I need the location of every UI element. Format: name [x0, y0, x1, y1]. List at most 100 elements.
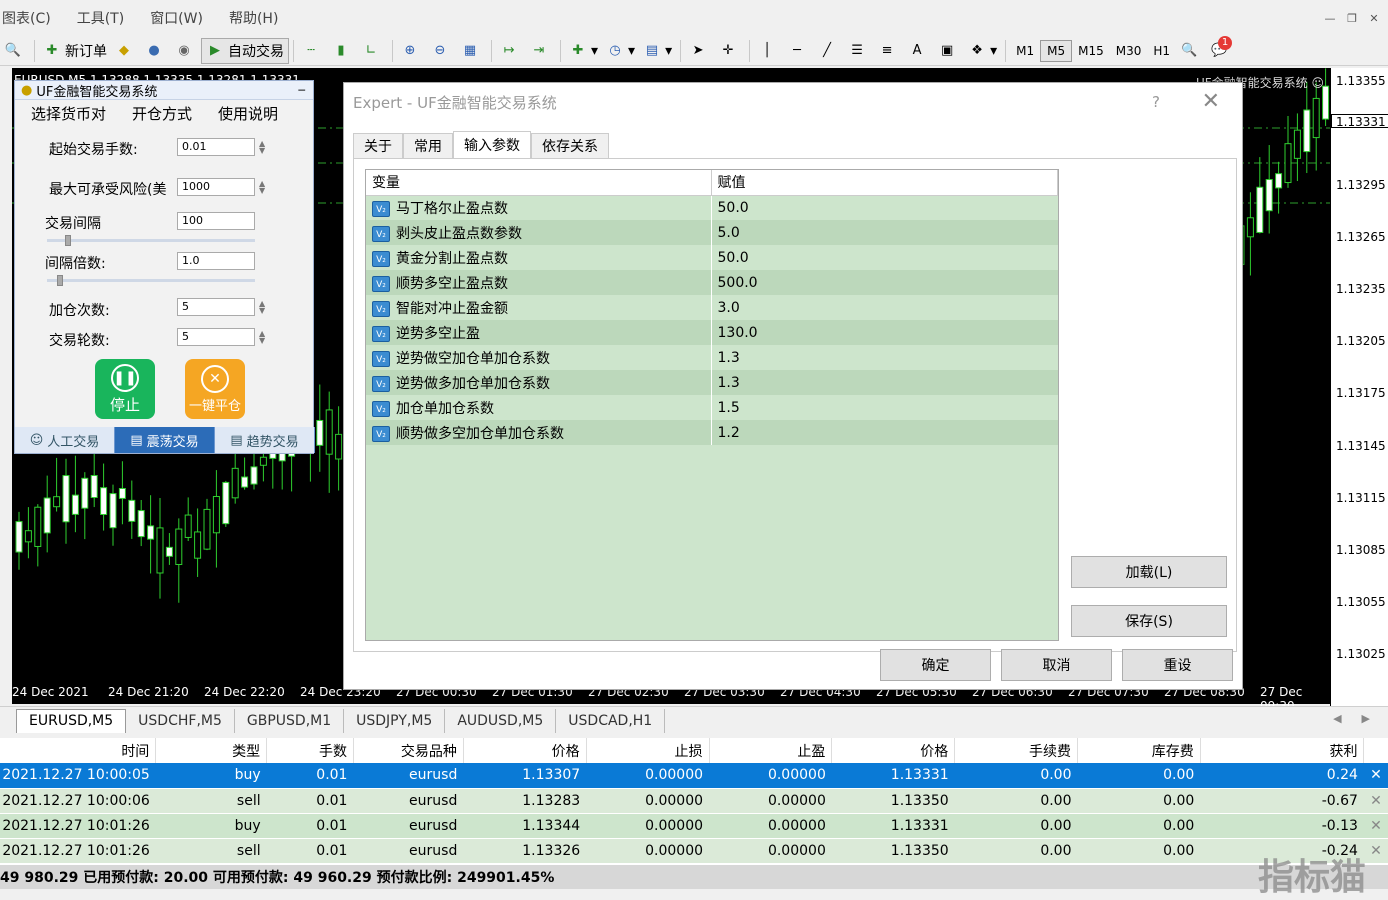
- tab-usdjpy[interactable]: USDJPY,M5: [344, 708, 446, 733]
- close-position-icon[interactable]: ✕: [1363, 763, 1388, 789]
- timeframe-h1[interactable]: H1: [1147, 40, 1176, 62]
- tab-inputs[interactable]: 输入参数: [453, 131, 531, 158]
- table-row[interactable]: 2021.12.27 10:00:06 sell 0.01 eurusd 1.13283…: [0, 788, 1388, 814]
- param-value[interactable]: 3.0: [710, 295, 1058, 320]
- col-type[interactable]: 类型: [155, 738, 268, 763]
- param-value[interactable]: 5.0: [710, 220, 1058, 245]
- param-value[interactable]: 1.5: [710, 395, 1058, 420]
- vline-button[interactable]: │: [754, 38, 784, 64]
- max-risk-input[interactable]: 1000: [177, 178, 255, 196]
- tab-about[interactable]: 关于: [353, 133, 403, 158]
- add-times-input[interactable]: 5: [177, 298, 255, 316]
- bar-chart-button[interactable]: ┄: [298, 38, 328, 64]
- ea-panel-titlebar[interactable]: ● UF金融智能交易系统 ─: [15, 81, 313, 100]
- tab-common[interactable]: 常用: [403, 133, 453, 158]
- restore-icon[interactable]: ❐: [1344, 10, 1360, 26]
- col-profit[interactable]: 获利: [1200, 738, 1365, 763]
- max-risk-spinner[interactable]: ▲ ▼: [259, 180, 265, 195]
- col-commission[interactable]: 手续费: [954, 738, 1078, 763]
- param-row[interactable]: V₂ 加仓单加仓系数 1.5: [366, 395, 1058, 420]
- start-lots-input[interactable]: 0.01: [177, 138, 255, 156]
- close-position-icon[interactable]: ✕: [1363, 838, 1388, 864]
- crosshair-button[interactable]: ✛: [715, 38, 745, 64]
- timeframe-m15[interactable]: M15: [1072, 40, 1110, 62]
- trade-interval-input[interactable]: 100: [177, 212, 255, 230]
- slider-handle[interactable]: [65, 235, 71, 246]
- close-icon[interactable]: ✕: [1202, 89, 1220, 114]
- col-swap[interactable]: 库存费: [1077, 738, 1201, 763]
- chevron-right-icon[interactable]: ▶: [1362, 712, 1370, 725]
- col-time[interactable]: 时间: [0, 738, 157, 763]
- menu-window[interactable]: 窗口(W): [148, 8, 203, 28]
- param-value[interactable]: 1.3: [710, 345, 1058, 370]
- trade-rounds-input[interactable]: 5: [177, 328, 255, 346]
- minimize-icon[interactable]: —: [1322, 10, 1338, 26]
- label-button[interactable]: ▣: [934, 38, 964, 64]
- close-position-icon[interactable]: ✕: [1363, 813, 1388, 839]
- print-preview-button[interactable]: 🔍: [0, 38, 30, 64]
- timeframe-m30[interactable]: M30: [1110, 40, 1148, 62]
- col-lots[interactable]: 手数: [266, 738, 354, 763]
- col-sl[interactable]: 止损: [586, 738, 710, 763]
- close-all-button[interactable]: ✕ 一键平仓: [185, 359, 245, 419]
- param-value[interactable]: 1.2: [710, 420, 1058, 445]
- fibo-button[interactable]: ≡: [874, 38, 904, 64]
- channel-button[interactable]: ☰: [844, 38, 874, 64]
- chart-shift-button[interactable]: ⇥: [526, 38, 556, 64]
- help-icon[interactable]: ?: [1152, 93, 1160, 111]
- tab-dependencies[interactable]: 依存关系: [531, 133, 609, 158]
- templates-button[interactable]: ▤ ▾: [639, 38, 676, 64]
- market-watch-button[interactable]: ●: [141, 38, 171, 64]
- search-button[interactable]: 🔍: [1176, 38, 1206, 64]
- param-value[interactable]: 50.0: [710, 195, 1058, 220]
- table-row[interactable]: 2021.12.27 10:01:26 sell 0.01 eurusd 1.13326…: [0, 838, 1388, 864]
- col-value[interactable]: 赋值: [711, 170, 1058, 196]
- auto-trade-button[interactable]: ▶ 自动交易: [201, 37, 289, 64]
- trade-interval-slider[interactable]: [47, 235, 255, 246]
- menu-tools[interactable]: 工具(T): [75, 8, 124, 28]
- hline-button[interactable]: ─: [784, 38, 814, 64]
- minimize-icon[interactable]: ─: [298, 84, 305, 97]
- zoom-in-button[interactable]: ⊕: [397, 38, 427, 64]
- cancel-button[interactable]: 取消: [1001, 649, 1112, 681]
- param-row[interactable]: V₂ 黄金分割止盈点数 50.0: [366, 245, 1058, 270]
- notifications-button[interactable]: 💬 1: [1206, 35, 1236, 64]
- interval-multiplier-slider[interactable]: [47, 275, 255, 286]
- slider-handle[interactable]: [57, 275, 63, 286]
- param-row[interactable]: V₂ 逆势多空止盈 130.0: [366, 320, 1058, 345]
- col-current-price[interactable]: 价格: [831, 738, 956, 763]
- param-value[interactable]: 1.3: [710, 370, 1058, 395]
- candle-chart-button[interactable]: ▮: [328, 38, 358, 64]
- table-row[interactable]: 2021.12.27 10:01:26 buy 0.01 eurusd 1.13344 0…: [0, 813, 1388, 839]
- table-row[interactable]: 2021.12.27 10:00:05 buy 0.01 eurusd 1.13307 0…: [0, 763, 1388, 789]
- ea-menu-symbol[interactable]: 选择货币对: [31, 103, 106, 126]
- col-variable[interactable]: 变量: [366, 170, 712, 196]
- text-button[interactable]: A: [904, 38, 934, 64]
- menu-help[interactable]: 帮助(H): [227, 8, 278, 28]
- tab-eurusd[interactable]: EURUSD,M5: [16, 708, 127, 733]
- tab-gbpusd[interactable]: GBPUSD,M1: [235, 708, 345, 733]
- close-icon[interactable]: ✕: [1366, 10, 1382, 26]
- ea-menu-open-mode[interactable]: 开仓方式: [132, 103, 192, 126]
- arrows-button[interactable]: ❖ ▾: [964, 38, 1001, 64]
- auto-scroll-button[interactable]: ↦: [496, 38, 526, 64]
- param-row[interactable]: V₂ 逆势做空加仓单加仓系数 1.3: [366, 345, 1058, 370]
- tab-usdchf[interactable]: USDCHF,M5: [126, 708, 235, 733]
- col-price[interactable]: 价格: [463, 738, 587, 763]
- ea-menu-help[interactable]: 使用说明: [218, 103, 278, 126]
- line-chart-button[interactable]: ∟: [358, 38, 388, 64]
- signals-button[interactable]: ◉: [171, 38, 201, 64]
- trendline-button[interactable]: ╱: [814, 38, 844, 64]
- col-tp[interactable]: 止盈: [709, 738, 833, 763]
- ok-button[interactable]: 确定: [880, 649, 991, 681]
- param-row[interactable]: V₂ 剥头皮止盈点数参数 5.0: [366, 220, 1058, 245]
- param-row[interactable]: V₂ 顺势做多空加仓单加仓系数 1.2: [366, 420, 1058, 445]
- close-position-icon[interactable]: ✕: [1363, 788, 1388, 814]
- param-value[interactable]: 500.0: [710, 270, 1058, 295]
- param-value[interactable]: 130.0: [710, 320, 1058, 345]
- tab-range-trade[interactable]: ▤ 震荡交易: [115, 427, 215, 453]
- param-value[interactable]: 50.0: [710, 245, 1058, 270]
- periods-button[interactable]: ◷ ▾: [602, 38, 639, 64]
- menu-chart[interactable]: 图表(C): [0, 8, 51, 28]
- load-button[interactable]: 加载(L): [1071, 556, 1227, 588]
